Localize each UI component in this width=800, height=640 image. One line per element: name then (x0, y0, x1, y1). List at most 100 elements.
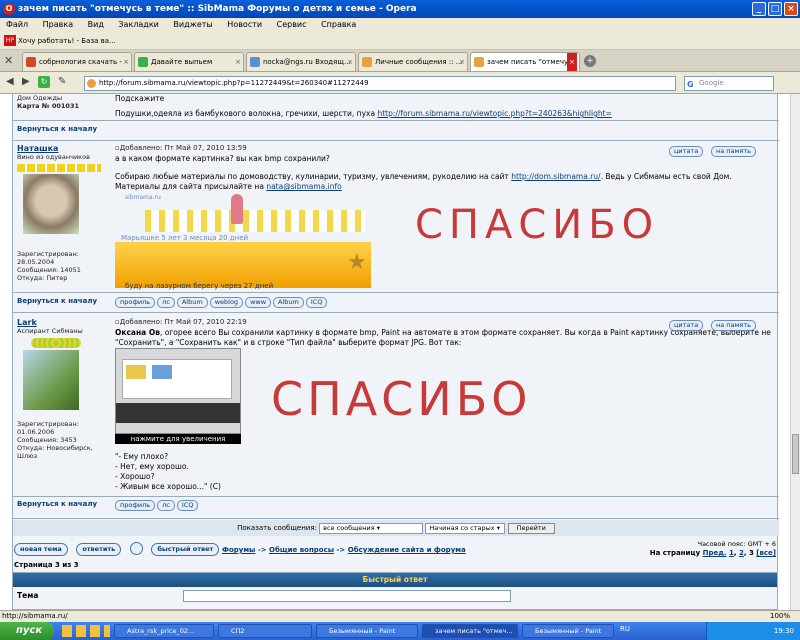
prev-page-link[interactable]: Пред. (703, 549, 727, 557)
quote-button[interactable]: цитата (669, 146, 704, 157)
status-bar: http://sibmama.ru/ 100% (0, 610, 800, 622)
menu-file[interactable]: Файл (6, 20, 28, 29)
rank-stars (17, 164, 101, 172)
order-select[interactable]: Начиная со старых ▾ (425, 522, 506, 534)
menu-view[interactable]: Вид (88, 20, 104, 29)
maximize-button[interactable]: □ (768, 2, 782, 16)
screenshot-thumbnail[interactable] (115, 348, 241, 434)
tab-close-icon[interactable]: × (235, 53, 241, 71)
menu-widgets[interactable]: Виджеты (173, 20, 212, 29)
taskbar-item[interactable]: СП2 (218, 624, 312, 638)
reply-button[interactable]: ответить (76, 543, 122, 556)
thumbnail-caption[interactable]: нажмите для увеличения (115, 434, 241, 444)
new-topic-button[interactable]: новая тема (14, 543, 68, 556)
back-to-top-link[interactable]: Вернуться к началу (17, 297, 97, 305)
page-content: Дом Одежды Карта № 001031 Подскажите Под… (0, 94, 790, 610)
search-field[interactable]: G Google (684, 76, 774, 91)
taskbar-item[interactable]: Astra_rsk_price_02... (114, 624, 214, 638)
tab-2[interactable]: Давайте выпьем × (134, 52, 244, 71)
menu-news[interactable]: Новости (227, 20, 262, 29)
post-text: Подушки,одеяла из бамбукового волокна, г… (115, 109, 376, 118)
user-card: Карта № 001031 (17, 102, 79, 110)
all-pages-link[interactable]: [все] (756, 549, 776, 557)
quick-reply-panel: Быстрый ответ Тема (12, 572, 778, 610)
weblog-button[interactable]: weblog (209, 297, 244, 308)
page-link-1[interactable]: 1 (729, 549, 734, 557)
wand-icon[interactable]: ✎ (58, 76, 66, 87)
go-button[interactable]: Перейти (507, 522, 555, 534)
scrollbar-thumb[interactable] (792, 434, 799, 474)
menu-help[interactable]: Справка (321, 20, 356, 29)
www-button[interactable]: www (245, 297, 272, 308)
taskbar-item[interactable]: Безымянный - Paint (522, 624, 614, 638)
quick-reply-button[interactable]: быстрый ответ (151, 543, 220, 556)
tab-favicon-icon (138, 57, 148, 67)
banner-site-text: sibmama.ru (125, 194, 161, 201)
reload-icon[interactable]: ↻ (38, 76, 50, 88)
new-tab-icon[interactable]: + (584, 55, 596, 67)
tab-label: Личные сообщения :: ... (375, 58, 463, 66)
tab-close-icon[interactable]: × (567, 53, 577, 71)
google-icon: G (687, 80, 694, 89)
forward-icon[interactable]: ▶ (22, 76, 30, 87)
user-title: Аспирант Сибманы (17, 327, 83, 335)
post2-author: Lark Аспирант Сибманы Зарегистрирован: 01… (13, 318, 113, 460)
post0-body: Подскажите Подушки,одеяла из бамбукового… (115, 94, 779, 119)
icq-button[interactable]: ICQ (176, 500, 199, 511)
back-to-top-link[interactable]: Вернуться к началу (17, 125, 97, 133)
menu-tools[interactable]: Сервис (277, 20, 307, 29)
back-icon[interactable]: ◀ (6, 76, 14, 87)
menu-bar: Файл Правка Вид Закладки Виджеты Новости… (0, 18, 800, 32)
start-button[interactable]: пуск (0, 622, 54, 640)
tab-close-icon[interactable]: × (459, 53, 465, 71)
post-link[interactable]: http://forum.sibmama.ru/viewtopic.php?t=… (377, 109, 611, 118)
breadcrumb-site[interactable]: Обсуждение сайта и форума (348, 546, 466, 554)
pm-button[interactable]: лс (157, 297, 175, 308)
profile-button[interactable]: профиль (115, 297, 156, 308)
icq-button[interactable]: ICQ (305, 297, 328, 308)
breadcrumb-forums[interactable]: Форумы (222, 546, 255, 554)
vertical-scrollbar[interactable] (790, 94, 800, 610)
topic-input[interactable] (183, 590, 511, 602)
tab-1[interactable]: собрнология скачать - × (22, 52, 132, 71)
page-link-2[interactable]: 2 (739, 549, 744, 557)
username[interactable]: Lark (13, 318, 113, 327)
url-field[interactable]: http://forum.sibmama.ru/viewtopic.php?p=… (84, 76, 676, 91)
signature-quote: "- Ему плохо? - Нет, ему хорошо. - Хорошо?… (115, 452, 221, 491)
sig-email-link[interactable]: nata@sibmama.info (266, 182, 341, 191)
tab-5-active[interactable]: зачем писать "отмечу... × (470, 52, 580, 71)
minimize-button[interactable]: _ (752, 2, 766, 16)
taskbar-item[interactable]: Безымянный - Paint (316, 624, 418, 638)
sig-link[interactable]: http://dom.sibmama.ru/ (511, 172, 600, 181)
quote-button[interactable]: цитата (669, 320, 704, 331)
username[interactable]: Наташка (13, 144, 113, 153)
back-to-top-link[interactable]: Вернуться к началу (17, 500, 97, 508)
quicklaunch-icons[interactable] (62, 625, 110, 637)
bookmark-item[interactable]: HP Хочу работать! - База ва... (4, 35, 116, 46)
tab-close-icon[interactable]: × (347, 53, 353, 71)
filter-select[interactable]: все сообщения ▾ (319, 522, 424, 534)
taskbar-item-active[interactable]: зачем писать "отмеч... (422, 624, 518, 638)
banner-age-text: Марьяшке 5 лет 3 месяца 20 дней (121, 234, 249, 242)
tab-4[interactable]: Личные сообщения :: ... × (358, 52, 468, 71)
post-text: Подскажите (115, 94, 165, 103)
profile-button[interactable]: профиль (115, 500, 156, 511)
menu-bookmarks[interactable]: Закладки (118, 20, 158, 29)
post1-buttons: профиль лс Album weblog www Album ICQ (115, 297, 329, 308)
close-button[interactable]: × (784, 2, 798, 16)
tab-close-icon[interactable]: × (123, 53, 129, 71)
breadcrumb-general[interactable]: Общие вопросы (269, 546, 334, 554)
print-icon[interactable] (129, 542, 143, 555)
pm-button[interactable]: лс (157, 500, 175, 511)
album-button-2[interactable]: Album (273, 297, 304, 308)
remember-button[interactable]: на память (711, 146, 756, 157)
album-button[interactable]: Album (176, 297, 208, 308)
remember-button[interactable]: на память (711, 320, 756, 331)
tools-icon[interactable]: ✕ (4, 54, 13, 67)
user-info: Зарегистрирован: 01.06.2006 Сообщения: 345… (17, 420, 93, 460)
menu-edit[interactable]: Правка (43, 20, 73, 29)
tab-3[interactable]: nocka@ngs.ru Входящ... × (246, 52, 356, 71)
language-indicator[interactable]: RU (620, 625, 630, 633)
handwritten-thanks: СПАСИБО (415, 202, 660, 248)
zoom-level[interactable]: 100% (770, 611, 790, 622)
